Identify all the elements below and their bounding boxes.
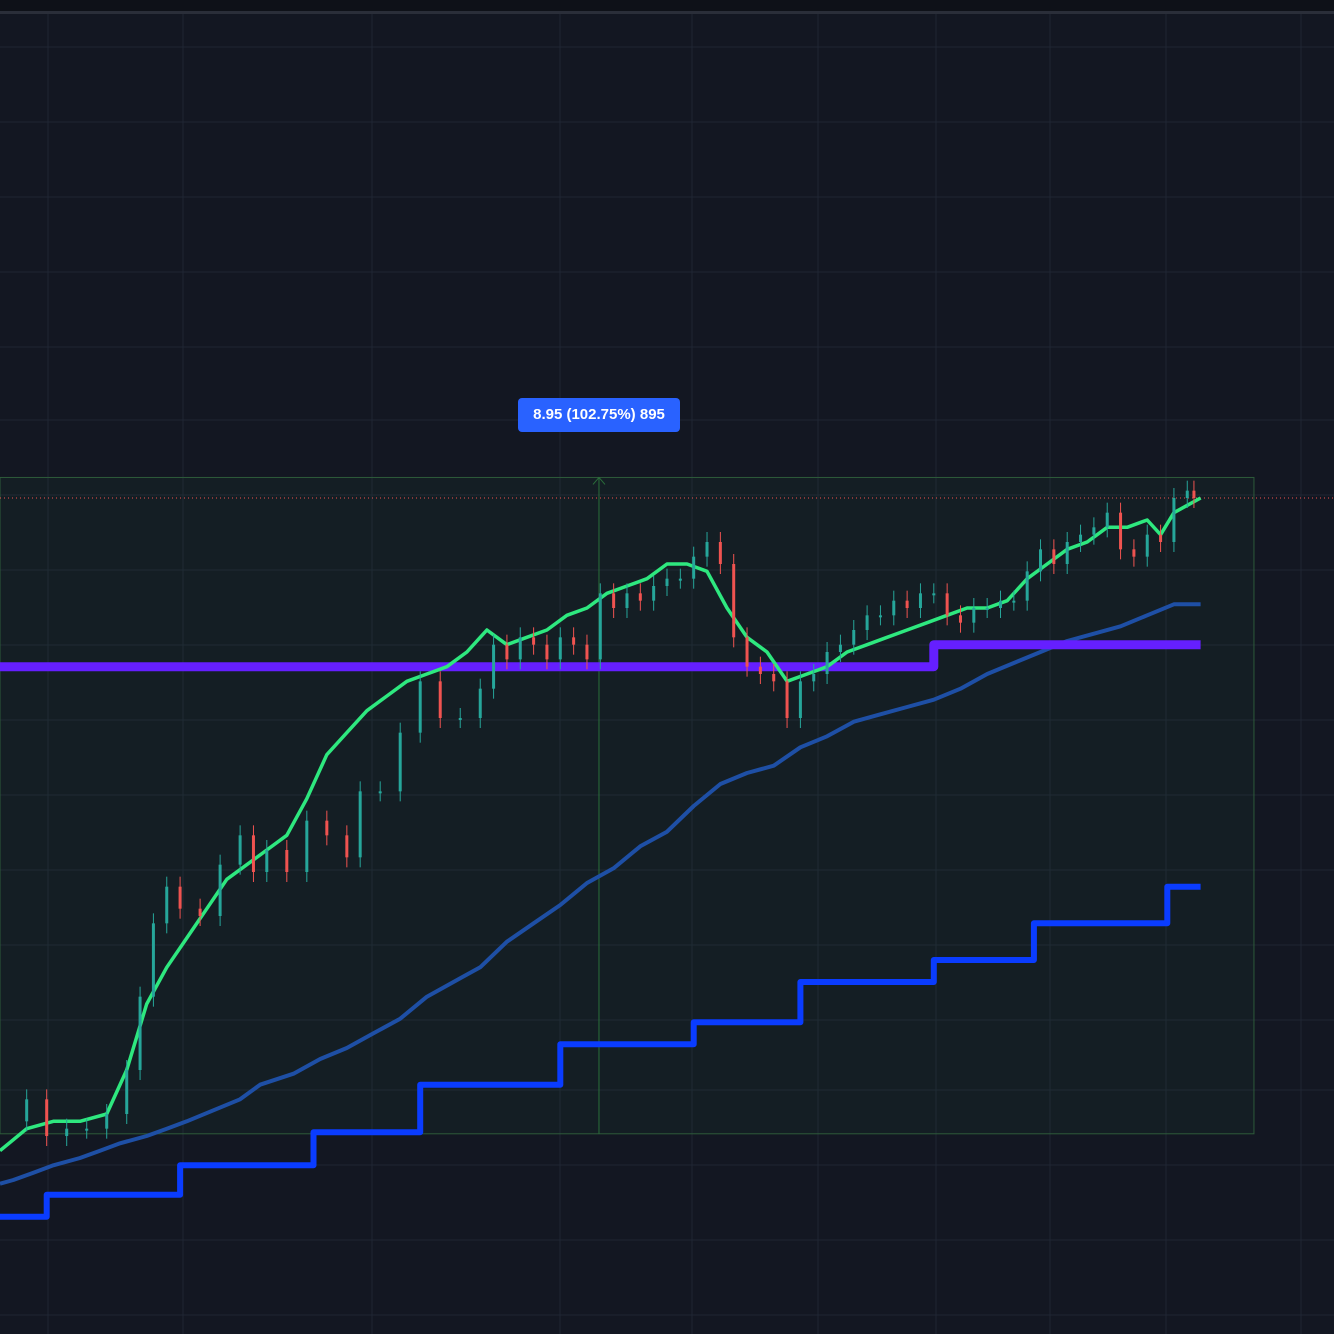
candle-body — [865, 615, 869, 630]
candle-body — [358, 791, 362, 858]
candle-body — [25, 1099, 29, 1122]
candle-body — [945, 593, 949, 616]
candle-body — [745, 637, 749, 667]
candle-body — [1039, 549, 1043, 572]
candle-body — [612, 593, 616, 608]
candle-body — [812, 674, 816, 682]
candle-body — [825, 652, 829, 674]
candle-body — [1132, 549, 1136, 557]
candle-body — [878, 615, 882, 618]
candle-body — [852, 630, 856, 645]
candle-body — [198, 908, 202, 916]
candle-body — [1079, 534, 1083, 542]
candle-body — [785, 681, 789, 718]
candle-body — [305, 820, 309, 872]
candle-body — [985, 608, 989, 610]
candle-body — [1052, 549, 1056, 564]
candle-body — [178, 886, 182, 909]
candle-body — [999, 600, 1002, 608]
candle-body — [105, 1114, 109, 1129]
candle-body — [545, 644, 549, 660]
candle-body — [772, 674, 776, 682]
candle-body — [218, 864, 222, 916]
candle-body — [758, 666, 762, 674]
candle-body — [65, 1128, 69, 1136]
candle-body — [45, 1099, 49, 1136]
candle-body — [705, 542, 709, 557]
candle-body — [1119, 512, 1123, 550]
candle-body — [518, 637, 522, 660]
candle-body — [238, 835, 242, 865]
candle-body — [165, 886, 169, 924]
candle-body — [892, 600, 896, 616]
price-chart[interactable] — [0, 0, 1334, 1334]
candle-body — [1192, 490, 1196, 498]
candle-body — [1105, 512, 1109, 528]
candle-body — [505, 644, 509, 660]
candle-body — [665, 578, 669, 586]
candle-body — [1092, 527, 1096, 535]
candle-body — [732, 564, 736, 638]
candle-body — [692, 556, 696, 579]
candle-body — [125, 1070, 129, 1114]
candle-body — [138, 996, 142, 1070]
candle-body — [678, 578, 682, 581]
candle-body — [625, 593, 629, 608]
candle-body — [932, 593, 936, 596]
candle-body — [652, 586, 656, 601]
candle-body — [585, 644, 589, 660]
candle-body — [345, 835, 349, 858]
candle-body — [1012, 600, 1016, 603]
measure-label[interactable]: 8.95 (102.75%) 895 — [518, 398, 680, 432]
candle-body — [905, 600, 909, 608]
candle-body — [151, 923, 155, 997]
candle-body — [1159, 534, 1163, 542]
candle-body — [918, 593, 922, 608]
candle-body — [1185, 490, 1189, 498]
candle-body — [438, 681, 442, 718]
candle-body — [638, 593, 642, 601]
candle-body — [251, 835, 255, 872]
candle-body — [325, 820, 329, 836]
candle-body — [492, 644, 496, 689]
candle-body — [572, 637, 576, 645]
candle-body — [972, 608, 976, 623]
candle-body — [798, 681, 802, 718]
candle-body — [598, 593, 602, 660]
candle-body — [718, 542, 722, 564]
candle-body — [1172, 498, 1176, 542]
candle-body — [838, 644, 842, 652]
candle-body — [958, 615, 962, 623]
candle-body — [265, 850, 269, 872]
candle-body — [1065, 542, 1069, 564]
candle-body — [398, 732, 402, 792]
candle-body — [558, 637, 562, 660]
candle-body — [458, 718, 462, 720]
candle-body — [1145, 534, 1149, 557]
candle-body — [478, 688, 482, 718]
measure-range-box[interactable] — [0, 476, 1255, 1135]
candle-body — [85, 1128, 89, 1131]
candle-body — [285, 850, 289, 872]
candle-body — [418, 681, 422, 733]
candle-body — [532, 637, 536, 645]
candle-body — [378, 791, 382, 794]
candle-body — [1025, 571, 1029, 601]
